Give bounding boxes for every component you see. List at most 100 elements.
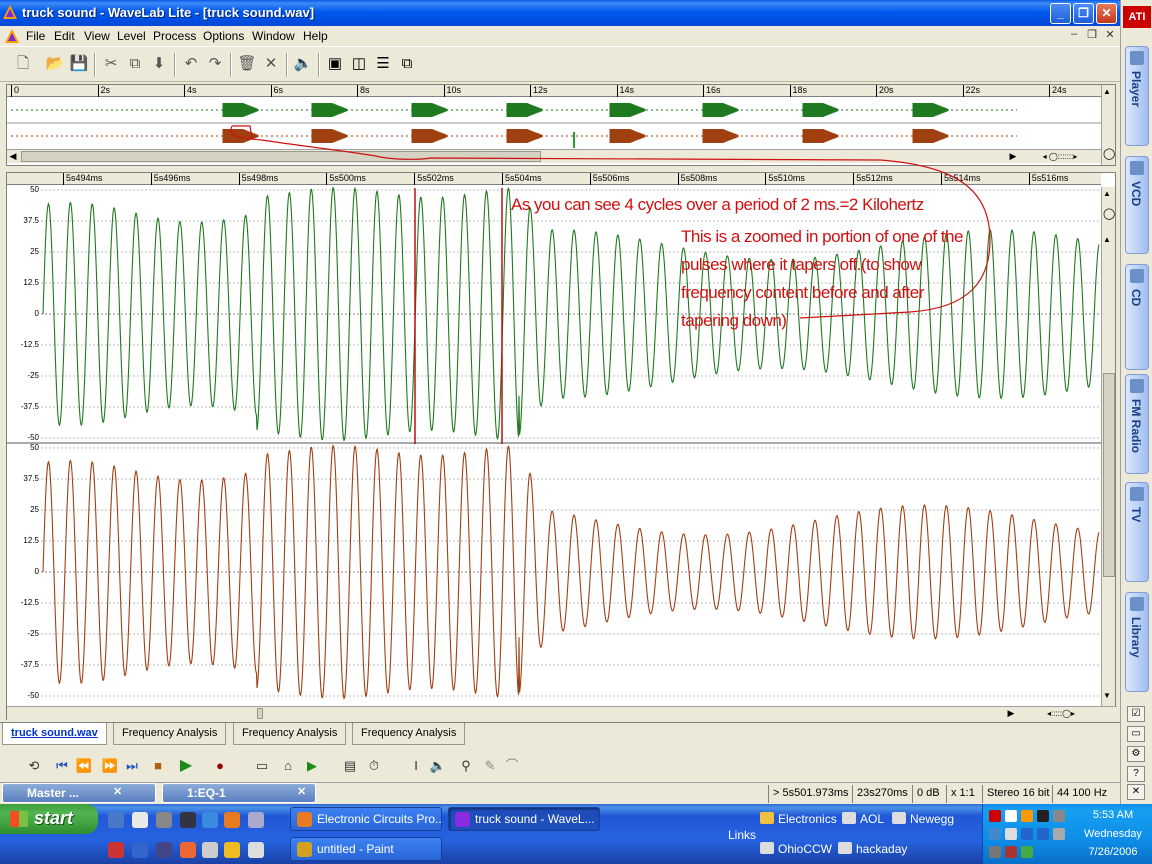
overview-vertical-scrollbar[interactable]: ▲ ◯ (1101, 85, 1115, 165)
new-icon[interactable]: 🗋 (12, 53, 34, 75)
show-desktop-icon[interactable] (108, 812, 124, 828)
loop-icon[interactable]: ⟲ (24, 756, 44, 776)
scroll-right-icon[interactable]: ▶ (1007, 150, 1019, 163)
tab-truck-sound[interactable]: truck sound.wav (2, 723, 107, 745)
tool-icon[interactable] (156, 812, 172, 828)
fast-forward-icon[interactable]: ⏩ (100, 756, 120, 776)
pencil-icon[interactable]: ✎ (480, 756, 500, 776)
app-icon[interactable] (248, 812, 264, 828)
tile-horizontal-icon[interactable]: ☰ (372, 53, 394, 75)
sidebar-close-icon[interactable]: ✕ (1127, 784, 1145, 800)
main-time-ruler[interactable]: 5s494ms 5s496ms 5s498ms 5s500ms 5s502ms 5s504… (7, 173, 1101, 185)
copy-icon[interactable]: ⧉ (124, 53, 146, 75)
minimized-window-eq[interactable]: 1:EQ-1 ✕ (162, 783, 316, 803)
stop-icon[interactable]: ■ (148, 756, 168, 776)
undo-icon[interactable]: ↶ (180, 53, 202, 75)
sidebar-tab-library[interactable]: Library (1125, 592, 1149, 692)
notepad-icon[interactable] (202, 842, 218, 858)
arrange-icon[interactable]: ⧉ (396, 53, 418, 75)
paste-icon[interactable]: ⬇ (148, 53, 170, 75)
link-ohioccw[interactable]: OhioCCW (760, 842, 832, 856)
redo-icon[interactable]: ↷ (204, 53, 226, 75)
rewind-icon[interactable]: ⏪ (74, 756, 94, 776)
mdi-minimize-button[interactable]: – (1066, 28, 1082, 42)
sidebar-tab-fm-radio[interactable]: FM Radio (1125, 374, 1149, 474)
zoom-slider[interactable]: ◂:::::◯▸ (1023, 707, 1099, 720)
save-icon[interactable]: 💾 (68, 53, 90, 75)
link-electronics[interactable]: Electronics (760, 812, 837, 826)
browser-icon[interactable] (202, 812, 218, 828)
mdi-restore-button[interactable]: ❐ (1084, 28, 1100, 42)
info-icon[interactable] (1021, 828, 1033, 840)
restore-button[interactable]: ❐ (1073, 3, 1094, 24)
main-horizontal-scrollbar[interactable]: ▶ ◂:::::◯▸ (7, 706, 1117, 720)
app-icon[interactable] (224, 842, 240, 858)
window-icon[interactable]: ▭ (1127, 726, 1145, 742)
open-icon[interactable]: 📂 (44, 53, 66, 75)
network-icon[interactable] (1021, 846, 1033, 858)
tab-frequency-analysis-1[interactable]: Frequency Analysis (113, 723, 227, 745)
tab-frequency-analysis-3[interactable]: Frequency Analysis (352, 723, 466, 745)
menu-window[interactable]: Window (252, 29, 295, 43)
overview-time-ruler[interactable]: 0 2s 4s 6s 8s 10s 12s 14s 16s 18s 20s 22s 24s (7, 85, 1101, 97)
media-icon[interactable] (132, 812, 148, 828)
start-button[interactable]: start (0, 804, 98, 834)
task-paint[interactable]: untitled - Paint (290, 837, 442, 861)
magnifier-icon[interactable]: ⚲ (456, 756, 476, 776)
menu-help[interactable]: Help (303, 29, 328, 43)
scroll-thumb[interactable] (21, 151, 541, 162)
app-icon[interactable] (248, 842, 264, 858)
sidebar-tab-vcd[interactable]: VCD (1125, 156, 1149, 254)
link-aol[interactable]: AOL (842, 812, 884, 826)
play-icon[interactable]: ▶ (176, 756, 196, 776)
settings-icon[interactable]: ⚙ (1127, 746, 1145, 762)
sidebar-tab-tv[interactable]: TV (1125, 482, 1149, 582)
scroll-up-icon[interactable]: ▲ (1103, 189, 1111, 198)
printer-icon[interactable] (1053, 828, 1065, 840)
stopwatch-icon[interactable]: ⏱ (364, 756, 384, 776)
tray-icon[interactable] (1021, 810, 1033, 822)
tray-icon[interactable] (1005, 846, 1017, 858)
main-waveform-panel[interactable]: 5s494ms 5s496ms 5s498ms 5s500ms 5s502ms 5s504… (6, 172, 1117, 720)
speaker-icon[interactable]: 🔈 (428, 756, 448, 776)
tab-frequency-analysis-2[interactable]: Frequency Analysis (233, 723, 347, 745)
speaker-icon[interactable]: 🔈 (292, 53, 314, 75)
help-icon[interactable]: ? (1127, 766, 1145, 782)
link-hackaday[interactable]: hackaday (838, 842, 907, 856)
scroll-thumb[interactable] (257, 708, 263, 719)
cut-icon[interactable]: ✂ (100, 53, 122, 75)
scroll-right-icon[interactable]: ▶ (1005, 707, 1017, 720)
camera-icon[interactable] (180, 812, 196, 828)
task-electronic-circuits[interactable]: Electronic Circuits Pro... (290, 807, 442, 831)
scroll-left-icon[interactable]: ◀ (7, 150, 19, 163)
menu-level[interactable]: Level (117, 29, 146, 43)
firefox-icon[interactable] (224, 812, 240, 828)
minimize-button[interactable]: _ (1050, 3, 1071, 24)
text-cursor-icon[interactable]: I (406, 756, 426, 776)
zoom-knob-icon[interactable]: ◯ (1103, 147, 1115, 160)
zoom-slider[interactable]: ◂ ◯:::::::▸ (1025, 150, 1095, 163)
scroll-up-icon[interactable]: ▲ (1103, 235, 1111, 244)
tile-vertical-icon[interactable]: ◫ (348, 53, 370, 75)
curve-icon[interactable]: ⌒ (502, 756, 522, 776)
overview-waveform[interactable] (7, 98, 1101, 150)
tray-icon[interactable] (1005, 810, 1017, 822)
delete-icon[interactable]: ✕ (260, 53, 282, 75)
go-to-end-icon[interactable]: ⏭ (122, 756, 142, 776)
menu-options[interactable]: Options (203, 29, 244, 43)
scroll-down-icon[interactable]: ▼ (1103, 691, 1111, 700)
play-loop-icon[interactable]: ▶ (302, 756, 322, 776)
overview-panel[interactable]: 0 2s 4s 6s 8s 10s 12s 14s 16s 18s 20s 22s 24s ◀ ▶ ◂ … (6, 84, 1116, 166)
play-selection-icon[interactable]: ⌂ (278, 756, 298, 776)
tray-icon[interactable] (1037, 810, 1049, 822)
trash-icon[interactable]: 🗑 (236, 53, 258, 75)
overview-horizontal-scrollbar[interactable]: ◀ ▶ ◂ ◯:::::::▸ (7, 149, 1101, 163)
zoom-knob-icon[interactable]: ◯ (1103, 207, 1115, 220)
task-wavelab[interactable]: truck sound - WaveL... (448, 807, 600, 831)
sidebar-tab-cd[interactable]: CD (1125, 264, 1149, 370)
main-vertical-scrollbar[interactable]: ▲ ◯ ▲ ▼ (1101, 187, 1115, 707)
region-icon[interactable]: ▭ (252, 756, 272, 776)
scroll-thumb[interactable] (1103, 373, 1115, 577)
record-icon[interactable]: ● (210, 756, 230, 776)
close-icon[interactable]: ✕ (113, 785, 122, 798)
